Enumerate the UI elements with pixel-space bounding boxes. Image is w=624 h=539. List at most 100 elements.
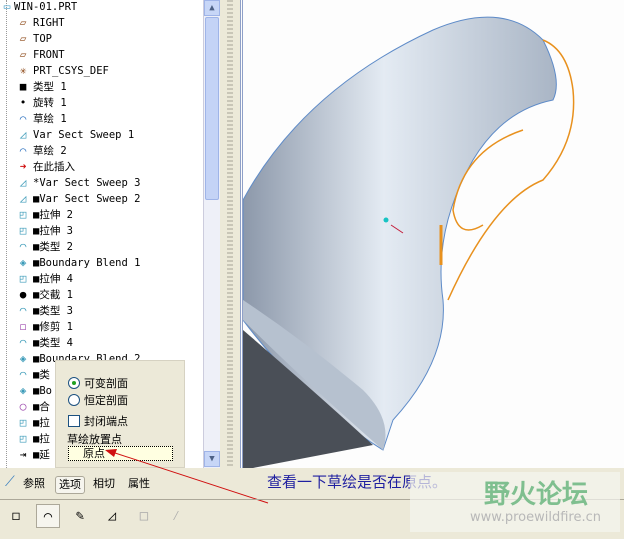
scroll-up-button[interactable]: ▲ bbox=[204, 0, 220, 16]
datum-plane-icon: ▱ bbox=[19, 48, 27, 61]
radio-off[interactable] bbox=[68, 394, 80, 406]
sketch-placement-label: 草绘放置点 bbox=[67, 433, 122, 446]
tree-item-label: TOP bbox=[33, 33, 52, 45]
tree-item-label: ■拉伸 4 bbox=[33, 273, 73, 285]
tree-item[interactable]: ⌒ 草绘 2 bbox=[0, 143, 203, 159]
tree-item-label: ■类 bbox=[33, 369, 50, 381]
constant-section-radio[interactable]: 恒定剖面 bbox=[68, 392, 128, 408]
scroll-thumb[interactable] bbox=[205, 17, 219, 200]
extrude-icon: ◰ bbox=[19, 416, 27, 429]
model-render bbox=[242, 16, 575, 468]
cap-ends-label: 封闭端点 bbox=[84, 415, 128, 428]
tab-0[interactable]: 参照 bbox=[20, 476, 48, 492]
tree-item[interactable]: ◠ ■类型 2 bbox=[0, 239, 203, 255]
tree-item[interactable]: ◠ ■类型 3 bbox=[0, 303, 203, 319]
feature-mode-icon[interactable]: ⁄ bbox=[164, 504, 188, 528]
merge-icon: ◯ bbox=[19, 400, 27, 413]
watermark: 野火论坛 www.proewildfire.cn bbox=[410, 472, 620, 532]
part-icon: ▭ bbox=[3, 0, 11, 13]
tree-item[interactable]: ▱ TOP bbox=[0, 31, 203, 47]
tree-item[interactable]: ◠ ■类型 4 bbox=[0, 335, 203, 351]
solid-icon[interactable]: ◻ bbox=[4, 504, 28, 528]
surface-icon: ◠ bbox=[19, 336, 27, 349]
csys-origin-icon bbox=[383, 217, 389, 223]
splitter-grip[interactable] bbox=[227, 0, 233, 468]
tree-item[interactable]: ● ■交截 1 bbox=[0, 287, 203, 303]
tree-item-label: ■交截 1 bbox=[33, 289, 73, 301]
watermark-title: 野火论坛 bbox=[484, 480, 589, 510]
tree-item[interactable]: ◈ ■Boundary Blend 1 bbox=[0, 255, 203, 271]
extend-icon: ⇥ bbox=[19, 448, 27, 461]
blend-icon: ◈ bbox=[19, 352, 27, 365]
tree-item[interactable]: ◰ ■拉伸 2 bbox=[0, 207, 203, 223]
tree-item-label: 旋转 1 bbox=[33, 97, 67, 109]
intersect-icon: ● bbox=[19, 288, 27, 301]
tree-item-label: FRONT bbox=[33, 49, 65, 61]
surface-icon: ◠ bbox=[19, 368, 27, 381]
checkbox[interactable] bbox=[68, 415, 80, 427]
sweep-icon: ⟋ bbox=[5, 474, 15, 490]
tab-2[interactable]: 相切 bbox=[90, 476, 118, 492]
tree-item[interactable]: ◰ ■拉伸 3 bbox=[0, 223, 203, 239]
tree-item-label: *Var Sect Sweep 3 bbox=[33, 177, 141, 189]
graphics-viewport[interactable] bbox=[240, 0, 624, 468]
tree-item-label: 类型 1 bbox=[33, 81, 67, 93]
sweep-icon: ◿ bbox=[19, 192, 27, 205]
tree-item[interactable]: ■ 类型 1 bbox=[0, 79, 203, 95]
extrude-icon: ◰ bbox=[19, 272, 27, 285]
tree-item[interactable]: ◻ ■修剪 1 bbox=[0, 319, 203, 335]
radio-on[interactable] bbox=[68, 377, 80, 389]
surface-icon: ◠ bbox=[19, 240, 27, 253]
scroll-down-button[interactable]: ▼ bbox=[204, 451, 220, 467]
tree-item[interactable]: ◿ Var Sect Sweep 1 bbox=[0, 127, 203, 143]
tree-item[interactable]: ▱ FRONT bbox=[0, 47, 203, 63]
tree-item-label: WIN-01.PRT bbox=[14, 1, 78, 13]
tree-item-label: ■Boundary Blend 1 bbox=[33, 257, 141, 269]
tree-item-label: ■Bo bbox=[33, 385, 52, 397]
tree-item-label: 草绘 2 bbox=[33, 145, 67, 157]
variable-section-radio[interactable]: 可变剖面 bbox=[68, 375, 128, 391]
feature-icon: ■ bbox=[19, 80, 27, 93]
sketch-icon: ⌒ bbox=[19, 112, 27, 125]
revolve-icon: • bbox=[19, 96, 27, 109]
blend-icon: ◈ bbox=[19, 384, 27, 397]
remove-material-icon[interactable]: ◿ bbox=[100, 504, 124, 528]
tree-item-label: ■类型 4 bbox=[33, 337, 73, 349]
tree-item[interactable]: ➜ 在此插入 bbox=[0, 159, 203, 175]
thicken-icon[interactable]: □ bbox=[132, 504, 156, 528]
tree-item[interactable]: • 旋转 1 bbox=[0, 95, 203, 111]
variable-section-label: 可变剖面 bbox=[84, 377, 128, 390]
tree-item-label: ■拉伸 3 bbox=[33, 225, 73, 237]
extrude-icon: ◰ bbox=[19, 432, 27, 445]
tree-item[interactable]: ▱ RIGHT bbox=[0, 15, 203, 31]
tree-item-label: ■修剪 1 bbox=[33, 321, 73, 333]
trim-icon: ◻ bbox=[19, 320, 27, 333]
sweep-icon: ◿ bbox=[19, 176, 27, 189]
tree-item[interactable]: ◿ ■Var Sect Sweep 2 bbox=[0, 191, 203, 207]
tree-item-label: ■拉 bbox=[33, 417, 50, 429]
tree-item[interactable]: ▭ WIN-01.PRT bbox=[0, 0, 203, 15]
sketch-edit-icon[interactable]: ✎ bbox=[68, 504, 92, 528]
surface-icon: ◠ bbox=[19, 304, 27, 317]
tab-1[interactable]: 选项 bbox=[55, 476, 85, 494]
cap-ends-checkbox[interactable]: 封闭端点 bbox=[68, 413, 128, 429]
tree-item[interactable]: ✳ PRT_CSYS_DEF bbox=[0, 63, 203, 79]
panel-splitter[interactable] bbox=[220, 0, 240, 468]
tree-scrollbar[interactable]: ▲ ▼ bbox=[203, 0, 220, 468]
tree-item-label: 草绘 1 bbox=[33, 113, 67, 125]
tab-3[interactable]: 属性 bbox=[125, 476, 153, 492]
tree-item[interactable]: ◰ ■拉伸 4 bbox=[0, 271, 203, 287]
sweep-icon: ◿ bbox=[19, 128, 27, 141]
tree-item-label: ■类型 3 bbox=[33, 305, 73, 317]
tree-item-label: ■合 bbox=[33, 401, 50, 413]
tree-item-label: 在此插入 bbox=[33, 161, 75, 173]
tree-item[interactable]: ⌒ 草绘 1 bbox=[0, 111, 203, 127]
surface-icon[interactable]: ◠ bbox=[36, 504, 60, 528]
tree-item-label: ■类型 2 bbox=[33, 241, 73, 253]
tree-item-label: ■延 bbox=[33, 449, 50, 461]
tree-item[interactable]: ◿ *Var Sect Sweep 3 bbox=[0, 175, 203, 191]
tree-item-label: ■拉伸 2 bbox=[33, 209, 73, 221]
constant-section-label: 恒定剖面 bbox=[84, 394, 128, 407]
sketch-placement-field[interactable]: 原点 bbox=[68, 446, 173, 461]
sketch-icon: ⌒ bbox=[19, 144, 27, 157]
